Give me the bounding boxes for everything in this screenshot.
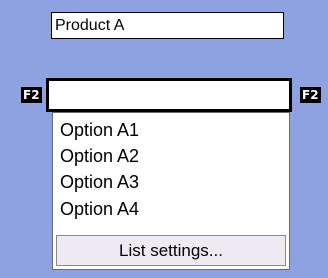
f2-hotkey-left: F2 (21, 87, 42, 103)
list-input-field[interactable] (46, 78, 292, 112)
option-a1[interactable]: Option A1 (60, 117, 139, 143)
f2-hotkey-right: F2 (300, 87, 321, 103)
option-a3[interactable]: Option A3 (60, 169, 139, 195)
list-settings-button[interactable]: List settings... (56, 235, 286, 266)
option-a4[interactable]: Option A4 (60, 196, 139, 222)
dropdown-list: Option A1 Option A2 Option A3 Option A4 … (52, 112, 290, 270)
option-a2[interactable]: Option A2 (60, 143, 139, 169)
product-field[interactable]: Product A (51, 12, 284, 39)
